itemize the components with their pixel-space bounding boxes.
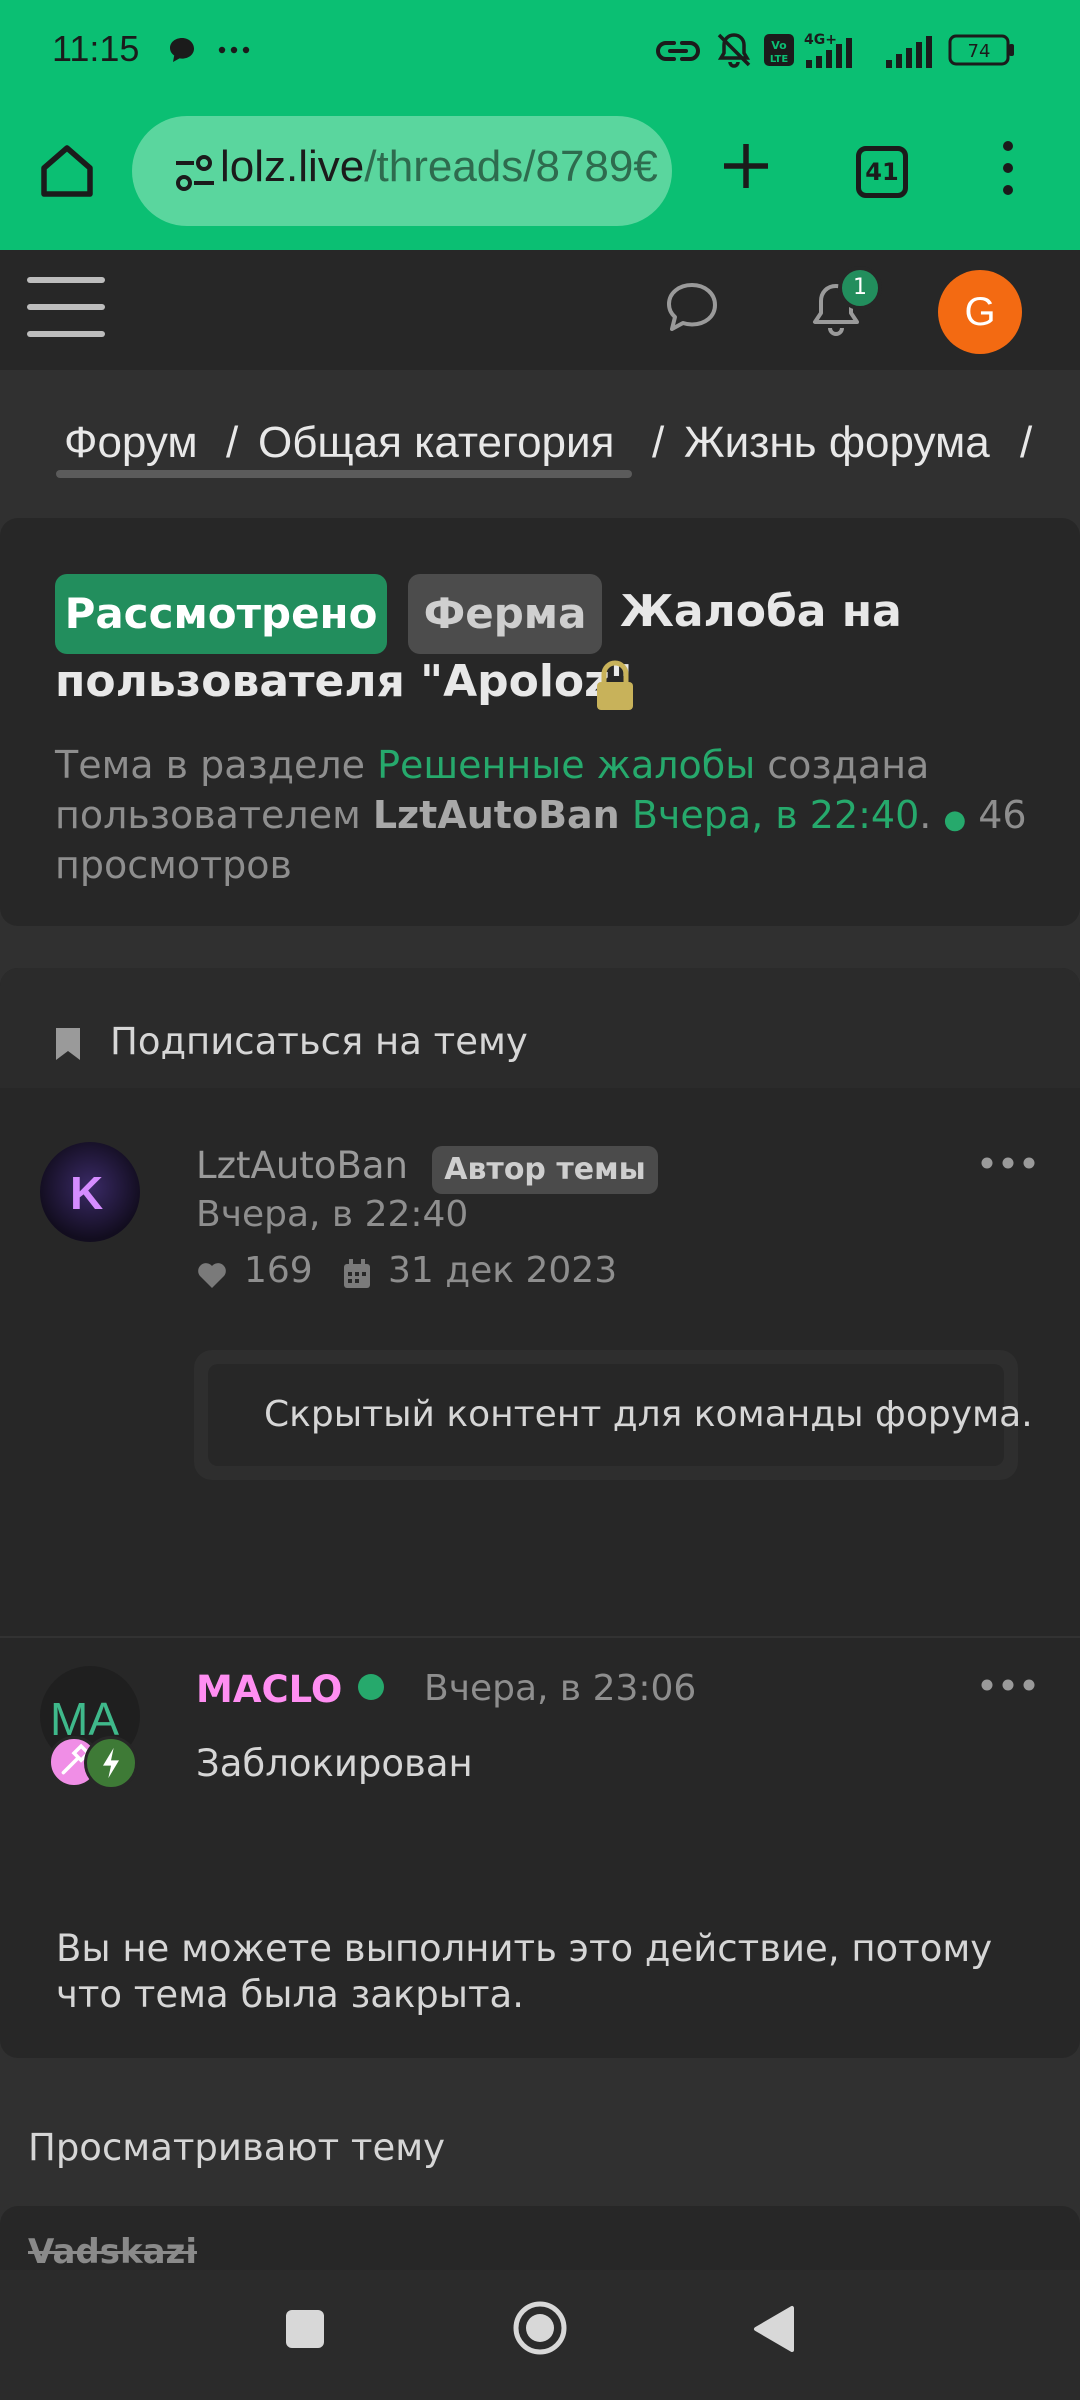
bookmark-icon (56, 1028, 80, 1060)
breadcrumb-item-forum[interactable]: Форум (64, 418, 198, 468)
post-username[interactable]: MACLO (196, 1668, 342, 1711)
breadcrumb-scrollbar[interactable] (56, 470, 632, 478)
overflow-menu-icon[interactable] (1000, 138, 1016, 198)
post-menu-icon[interactable] (980, 1678, 1036, 1692)
thread-meta-line2: пользователем LztAutoBan Вчера, в 22:40.… (55, 790, 1055, 845)
url-path: /threads/8789€ (364, 142, 658, 191)
notification-badge: 1 (838, 266, 882, 310)
thread-meta-line3: просмотров (55, 843, 292, 887)
status-bar: 11:15 Vo LTE 4G+ 74 (0, 0, 1080, 100)
status-tag[interactable]: Рассмотрено (55, 574, 387, 654)
register-date: 31 дек 2023 (388, 1250, 618, 1291)
volte-icon: Vo LTE (764, 34, 794, 66)
url-text[interactable]: lolz.live/threads/8789€ (220, 142, 658, 192)
post-date[interactable]: Вчера, в 23:06 (424, 1668, 696, 1709)
chat-bubble-icon (170, 38, 194, 62)
site-settings-icon[interactable] (174, 154, 216, 192)
subscribe-button[interactable]: Подписаться на тему (0, 968, 1080, 1088)
author-link[interactable]: LztAutoBan (373, 793, 620, 837)
lightning-icon (84, 1736, 138, 1790)
heart-icon (198, 1263, 226, 1288)
home-nav-icon[interactable] (512, 2300, 568, 2356)
network-label: 4G+ (804, 32, 837, 48)
browser-toolbar: lolz.live/threads/8789€ 41 (0, 110, 1080, 240)
recents-icon[interactable] (286, 2310, 324, 2348)
site-header: 1 G (0, 250, 1080, 370)
url-domain: lolz.live (220, 142, 365, 191)
hidden-content-text: Скрытый контент для команды форума. (264, 1394, 1033, 1435)
hidden-content-inner: Скрытый контент для команды форума. (208, 1364, 1033, 1466)
breadcrumb-item-general[interactable]: Общая категория (258, 418, 614, 468)
post-avatar[interactable]: K (40, 1142, 140, 1242)
viewer-username[interactable]: Vadskazi (28, 2232, 197, 2272)
signal-icon-2 (886, 36, 932, 68)
new-tab-icon[interactable] (716, 136, 776, 196)
separator-dot: ● (943, 805, 967, 835)
breadcrumb-separator: / (652, 418, 665, 467)
online-indicator (358, 1674, 384, 1700)
viewing-heading: Просматривают тему (28, 2126, 446, 2169)
svg-text:Vo: Vo (771, 39, 787, 52)
subscribe-label: Подписаться на тему (110, 1020, 528, 1063)
thread-header: Рассмотрено Ферма Жалоба на пользователя… (0, 518, 1080, 926)
posts-container: Подписаться на тему K LztAutoBan Автор т… (0, 968, 1080, 2058)
post-username[interactable]: LztAutoBan (196, 1144, 408, 1187)
battery-level: 74 (968, 41, 991, 62)
closed-notice: Вы не можете выполнить это действие, пот… (56, 1927, 993, 2016)
address-bar[interactable]: lolz.live/threads/8789€ (132, 116, 672, 226)
meta-text: пользователем (55, 793, 373, 837)
lock-icon (597, 660, 633, 710)
battery-icon: 74 (948, 34, 1014, 66)
breadcrumb-separator: / (226, 418, 239, 467)
bell-off-icon (717, 33, 751, 68)
chat-icon[interactable] (664, 280, 720, 334)
user-avatar[interactable]: G (938, 270, 1022, 354)
author-badge: Автор темы (432, 1146, 658, 1194)
breadcrumb-separator: / (1020, 418, 1033, 467)
system-nav-bar (0, 2270, 1080, 2400)
meta-text: создана (755, 743, 930, 787)
hidden-content-block: Скрытый контент для команды форума. (194, 1350, 1033, 1480)
view-count: 46 (966, 793, 1027, 837)
calendar-icon (344, 1259, 370, 1288)
link-icon (656, 41, 700, 61)
meta-text: Тема в разделе (55, 743, 378, 787)
browser-chrome: 11:15 Vo LTE 4G+ 74 lolz.live/threads/87… (0, 0, 1080, 250)
thread-meta-line1: Тема в разделе Решенные жалобы создана (55, 740, 1055, 790)
home-icon[interactable] (36, 140, 98, 202)
post-menu-icon[interactable] (980, 1156, 1036, 1170)
tabs-button[interactable]: 41 (856, 146, 908, 198)
breadcrumb-item-forum-life[interactable]: Жизнь форума (684, 418, 990, 468)
meta-text: . (919, 793, 932, 837)
signal-icon: 4G+ (804, 32, 852, 68)
back-icon[interactable] (752, 2304, 796, 2354)
status-time: 11:15 (52, 28, 140, 69)
likes-count: 169 (244, 1250, 313, 1291)
svg-text:LTE: LTE (770, 54, 789, 65)
prefix-tag[interactable]: Ферма (408, 574, 602, 654)
thread-title-line2: пользователя "Apoloz" (55, 656, 633, 707)
avatar-letter: K (70, 1167, 104, 1219)
more-dots-icon (218, 46, 250, 54)
post-divider (0, 1636, 1080, 1638)
section-link[interactable]: Решенные жалобы (377, 743, 755, 787)
hamburger-icon[interactable] (26, 274, 106, 340)
date-link[interactable]: Вчера, в 22:40 (632, 793, 919, 837)
thread-title-line1: Жалоба на (620, 586, 902, 637)
blocked-status: Заблокирован (196, 1742, 473, 1785)
post-date[interactable]: Вчера, в 22:40 (196, 1194, 468, 1235)
